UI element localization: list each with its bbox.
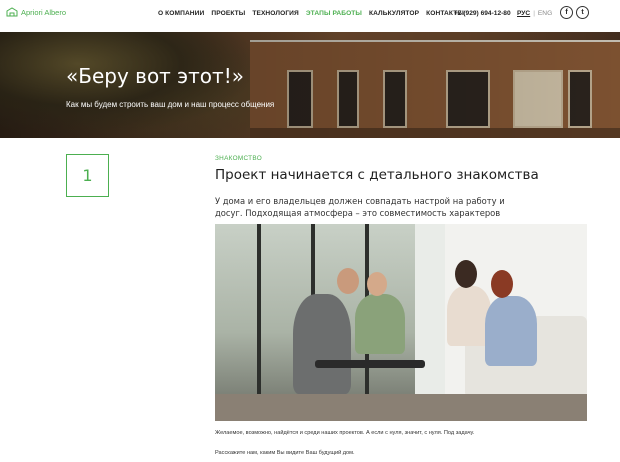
lang-en-link[interactable]: ENG	[538, 10, 552, 17]
main-nav: О КОМПАНИИ ПРОЕКТЫ ТЕХНОЛОГИЯ ЭТАПЫ РАБО…	[158, 10, 464, 17]
photo-person	[355, 294, 405, 354]
photo-person	[293, 294, 351, 394]
nav-item-about[interactable]: О КОМПАНИИ	[158, 10, 204, 17]
language-switcher: РУС | ENG	[517, 10, 552, 17]
house-logo-icon	[6, 7, 18, 17]
photo-person	[485, 296, 537, 366]
photo-person-head	[455, 260, 477, 288]
photo-table	[315, 360, 425, 368]
step-number: 1	[82, 166, 93, 185]
phone-link[interactable]: +7 (929) 694-12-80	[454, 10, 511, 17]
facebook-icon[interactable]: f	[560, 6, 573, 19]
nav-item-projects[interactable]: ПРОЕКТЫ	[211, 10, 245, 17]
photo-mullion	[257, 224, 261, 421]
photo-floor	[215, 394, 587, 421]
step-number-box: 1	[66, 154, 109, 197]
meeting-photo	[215, 224, 587, 421]
twitter-icon[interactable]: t	[576, 6, 589, 19]
nav-item-technology[interactable]: ТЕХНОЛОГИЯ	[252, 10, 299, 17]
site-header: Apriori Albero О КОМПАНИИ ПРОЕКТЫ ТЕХНОЛ…	[0, 0, 620, 32]
photo-caption: Желаемое, возможно, найдётся и среди наш…	[215, 430, 475, 436]
photo-person-head	[367, 272, 387, 296]
photo-person-head	[337, 268, 359, 294]
logo[interactable]: Apriori Albero	[6, 7, 66, 17]
nav-item-work-stages[interactable]: ЭТАПЫ РАБОТЫ	[306, 10, 362, 17]
logo-text: Apriori Albero	[21, 7, 67, 17]
page-title: «Беру вот этот!»	[66, 64, 244, 88]
nav-item-calculator[interactable]: КАЛЬКУЛЯТОР	[369, 10, 419, 17]
photo-person-head	[491, 270, 513, 298]
page-subtitle: Как мы будем строить ваш дом и наш проце…	[66, 100, 275, 109]
step-text: Расскажите нам, каким Вы видите Ваш буду…	[215, 450, 355, 456]
step-title: Проект начинается с детального знакомств…	[215, 167, 539, 183]
lang-separator: |	[533, 10, 535, 17]
hero-banner: «Беру вот этот!» Как мы будем строить ва…	[0, 32, 620, 138]
step-lead: У дома и его владельцев должен совпадать…	[215, 196, 505, 218]
lang-ru-link[interactable]: РУС	[517, 10, 530, 17]
step-eyebrow: ЗНАКОМСТВО	[215, 155, 263, 162]
